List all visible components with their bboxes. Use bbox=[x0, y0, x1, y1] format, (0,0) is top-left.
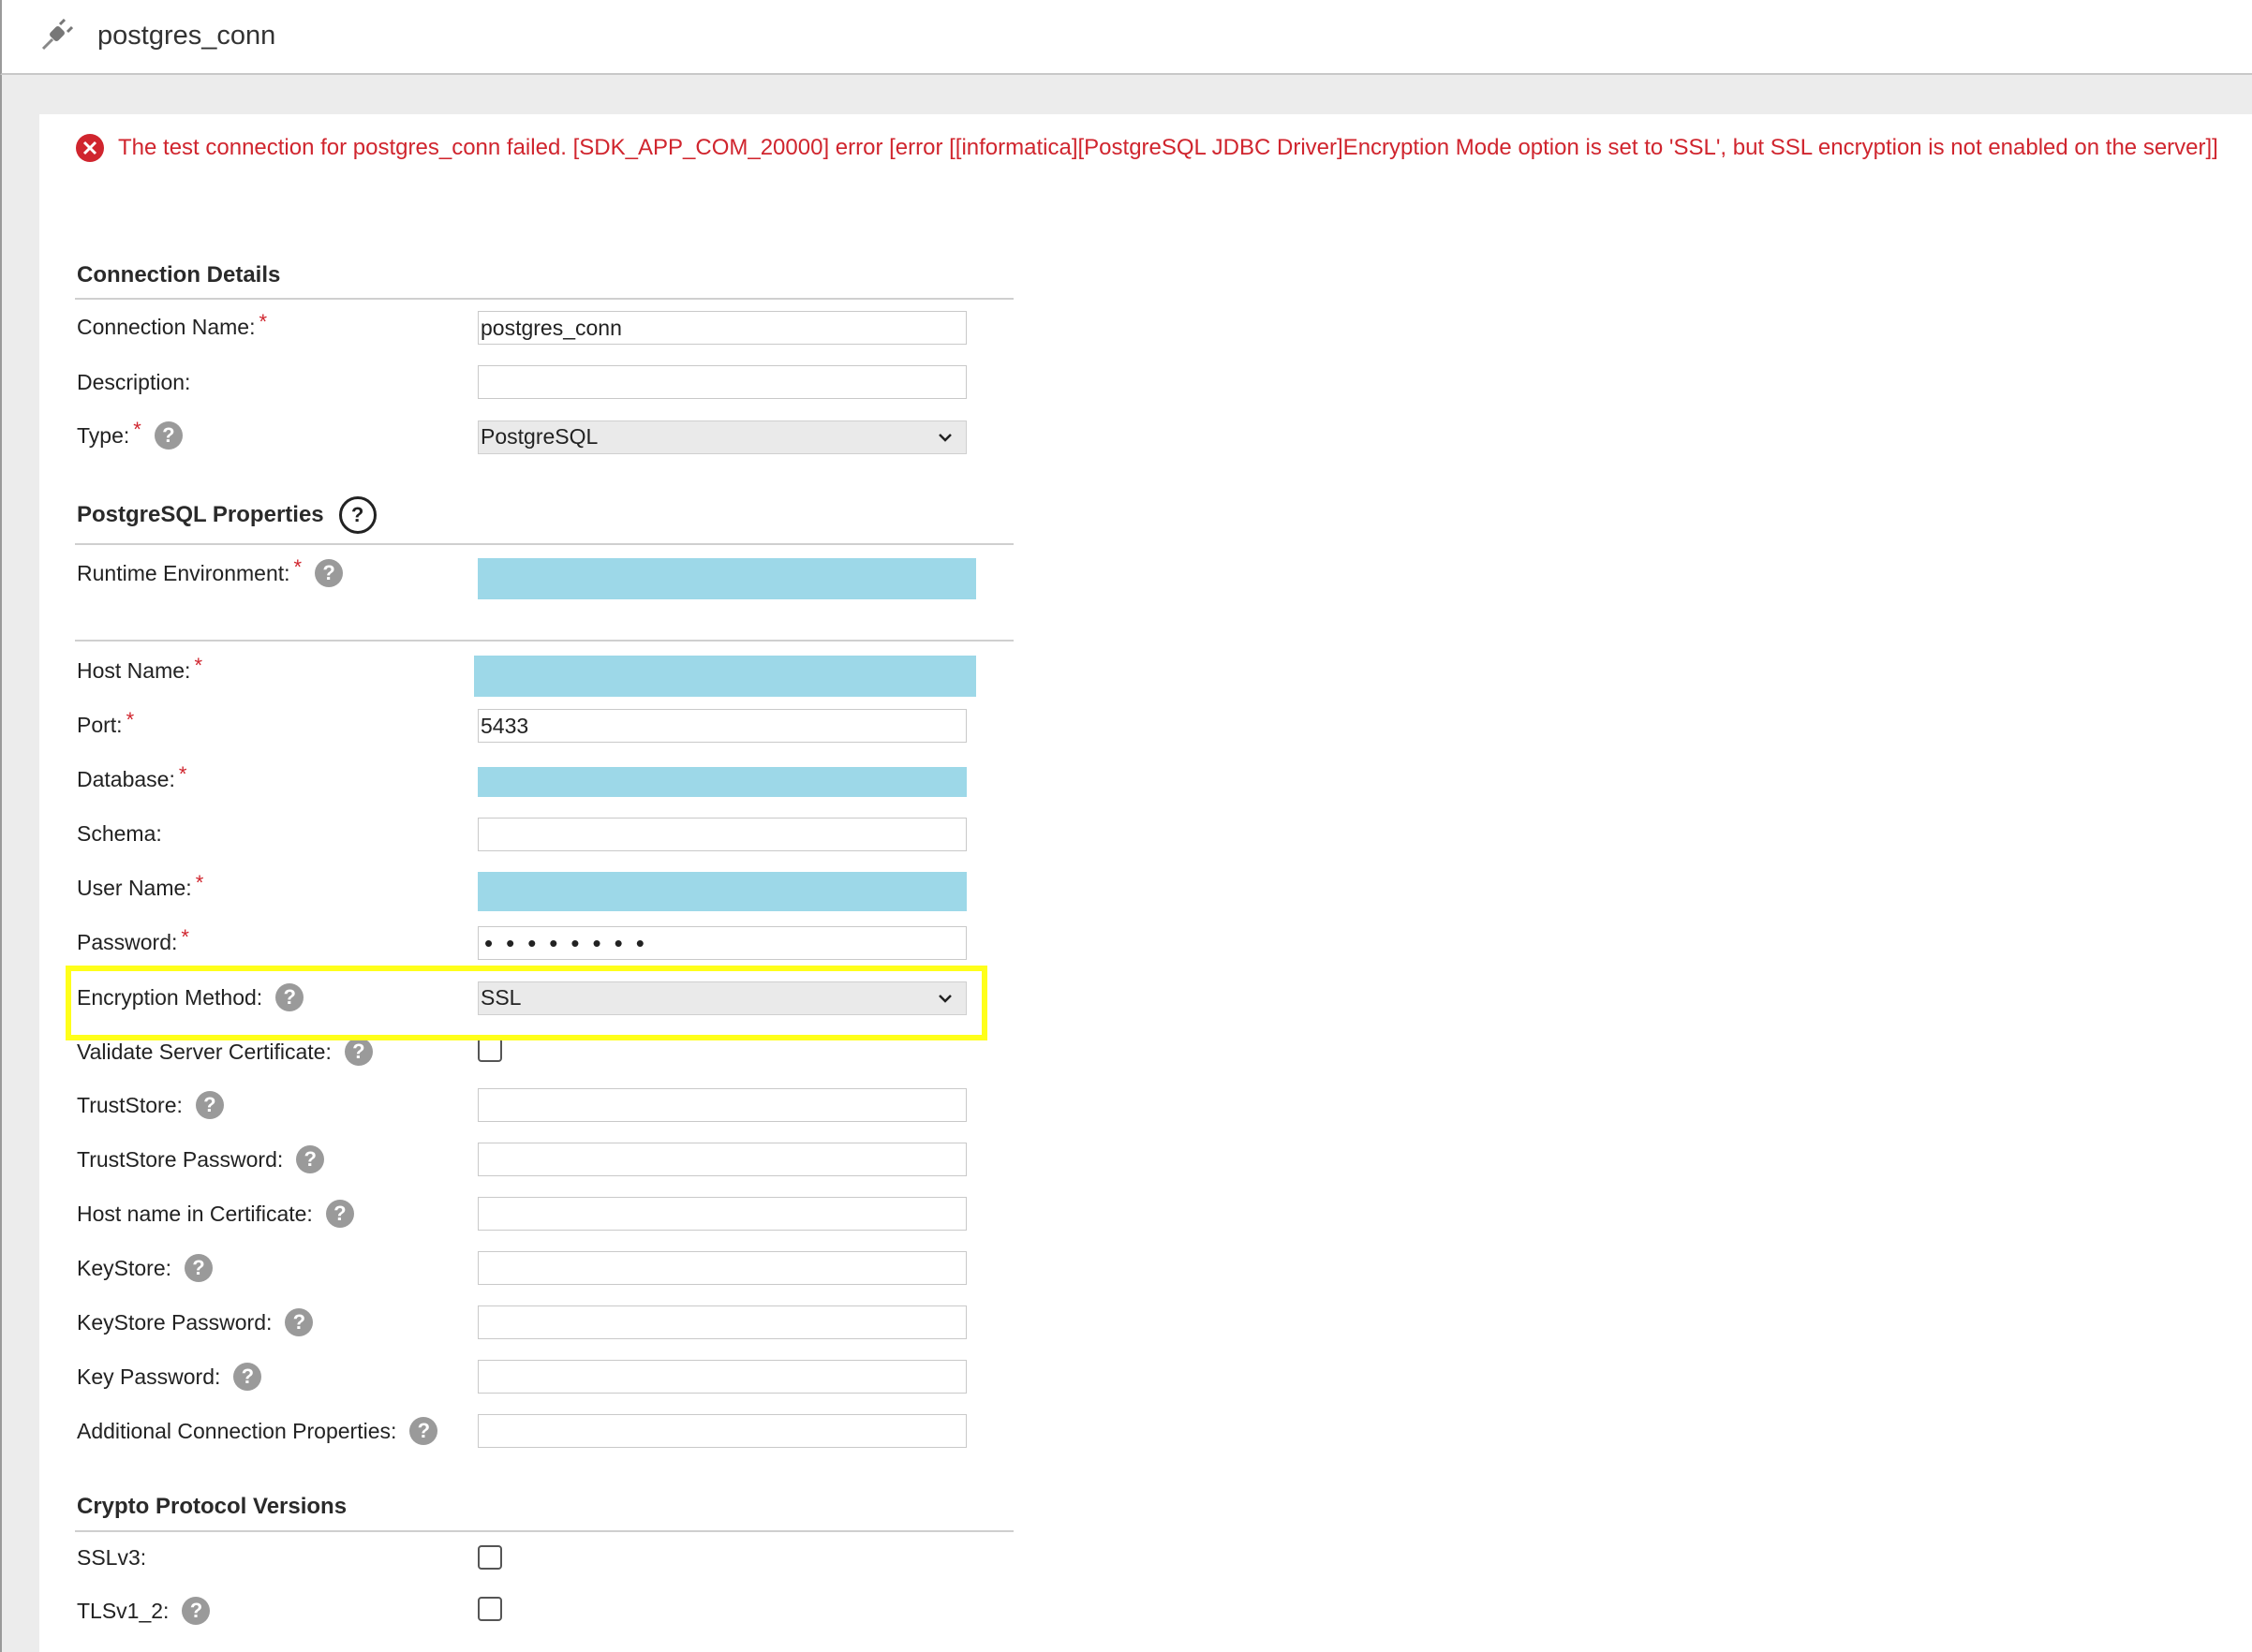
user-name-label: User Name: * bbox=[77, 870, 204, 901]
required-marker: * bbox=[293, 555, 303, 579]
error-message: The test connection for postgres_conn fa… bbox=[118, 135, 2218, 160]
help-icon[interactable]: ? bbox=[233, 1363, 262, 1391]
runtime-environment-label: Runtime Environment: * ? bbox=[77, 555, 344, 587]
highlight-box bbox=[66, 966, 987, 1040]
tlsv1-2-label: TLSv1_2: ? bbox=[77, 1597, 211, 1625]
header-band bbox=[0, 75, 2252, 114]
keystore-input[interactable] bbox=[478, 1251, 967, 1285]
database-input[interactable] bbox=[478, 767, 967, 797]
type-label: Type: * ? bbox=[77, 418, 183, 450]
key-password-label: Key Password: ? bbox=[77, 1363, 262, 1391]
host-name-input[interactable] bbox=[474, 656, 976, 697]
password-label: Password: * bbox=[77, 924, 189, 955]
help-icon[interactable]: ? bbox=[195, 1091, 224, 1119]
description-input[interactable] bbox=[478, 365, 967, 399]
sslv3-label: SSLv3: bbox=[77, 1545, 147, 1570]
error-icon bbox=[76, 134, 104, 162]
key-password-input[interactable] bbox=[478, 1360, 967, 1394]
required-marker: * bbox=[194, 653, 202, 677]
truststore-input[interactable] bbox=[478, 1088, 967, 1122]
help-icon[interactable]: ? bbox=[154, 421, 183, 450]
schema-input[interactable] bbox=[478, 818, 967, 851]
help-icon[interactable]: ? bbox=[325, 1200, 354, 1228]
divider bbox=[75, 543, 1014, 545]
sslv3-checkbox[interactable] bbox=[478, 1545, 502, 1570]
keystore-label: KeyStore: ? bbox=[77, 1254, 213, 1282]
help-icon[interactable]: ? bbox=[344, 1038, 373, 1066]
connection-name-label: Connection Name: * bbox=[77, 309, 268, 340]
divider bbox=[75, 1530, 1014, 1532]
plug-icon bbox=[41, 19, 73, 51]
additional-connection-properties-label: Additional Connection Properties: ? bbox=[77, 1417, 438, 1445]
host-name-in-certificate-label: Host name in Certificate: ? bbox=[77, 1200, 354, 1228]
required-marker: * bbox=[259, 309, 268, 333]
help-icon[interactable]: ? bbox=[285, 1308, 314, 1336]
required-marker: * bbox=[126, 707, 135, 731]
help-icon[interactable]: ? bbox=[182, 1597, 211, 1625]
port-label: Port: * bbox=[77, 707, 135, 738]
validate-server-certificate-checkbox[interactable] bbox=[478, 1038, 502, 1062]
truststore-password-label: TrustStore Password: ? bbox=[77, 1145, 325, 1173]
divider bbox=[75, 640, 1014, 642]
runtime-environment-field[interactable] bbox=[478, 558, 976, 599]
host-name-label: Host Name: * bbox=[77, 653, 202, 684]
help-icon[interactable]: ? bbox=[296, 1145, 325, 1173]
help-icon[interactable]: ? bbox=[338, 496, 377, 534]
description-label: Description: bbox=[77, 370, 191, 394]
schema-label: Schema: bbox=[77, 821, 162, 846]
help-icon[interactable]: ? bbox=[409, 1417, 438, 1445]
section-crypto-protocol-versions: Crypto Protocol Versions bbox=[77, 1494, 348, 1519]
user-name-input[interactable] bbox=[478, 872, 967, 911]
validate-server-certificate-label: Validate Server Certificate: ? bbox=[77, 1038, 373, 1066]
title-bar: postgres_conn bbox=[0, 0, 2252, 75]
keystore-password-label: KeyStore Password: ? bbox=[77, 1308, 314, 1336]
tlsv1-2-checkbox[interactable] bbox=[478, 1597, 502, 1621]
truststore-label: TrustStore: ? bbox=[77, 1091, 224, 1119]
type-select[interactable]: PostgreSQL bbox=[478, 420, 967, 454]
section-postgresql-properties: PostgreSQL Properties ? bbox=[77, 496, 377, 534]
password-input[interactable]: •••••••• bbox=[478, 926, 967, 960]
additional-connection-properties-input[interactable] bbox=[478, 1414, 967, 1448]
chevron-down-icon bbox=[939, 434, 952, 442]
section-connection-details: Connection Details bbox=[77, 262, 281, 288]
truststore-password-input[interactable] bbox=[478, 1143, 967, 1176]
port-input[interactable] bbox=[478, 709, 967, 743]
required-marker: * bbox=[195, 870, 204, 894]
help-icon[interactable]: ? bbox=[315, 559, 344, 587]
required-marker: * bbox=[181, 924, 189, 949]
required-marker: * bbox=[178, 761, 187, 786]
host-name-in-certificate-input[interactable] bbox=[478, 1197, 967, 1231]
connection-name-input[interactable] bbox=[478, 311, 967, 345]
page-title: postgres_conn bbox=[97, 21, 276, 51]
required-marker: * bbox=[133, 418, 141, 441]
left-gutter bbox=[0, 75, 39, 1652]
database-label: Database: * bbox=[77, 761, 187, 792]
help-icon[interactable]: ? bbox=[185, 1254, 213, 1282]
keystore-password-input[interactable] bbox=[478, 1305, 967, 1339]
divider bbox=[75, 298, 1014, 300]
